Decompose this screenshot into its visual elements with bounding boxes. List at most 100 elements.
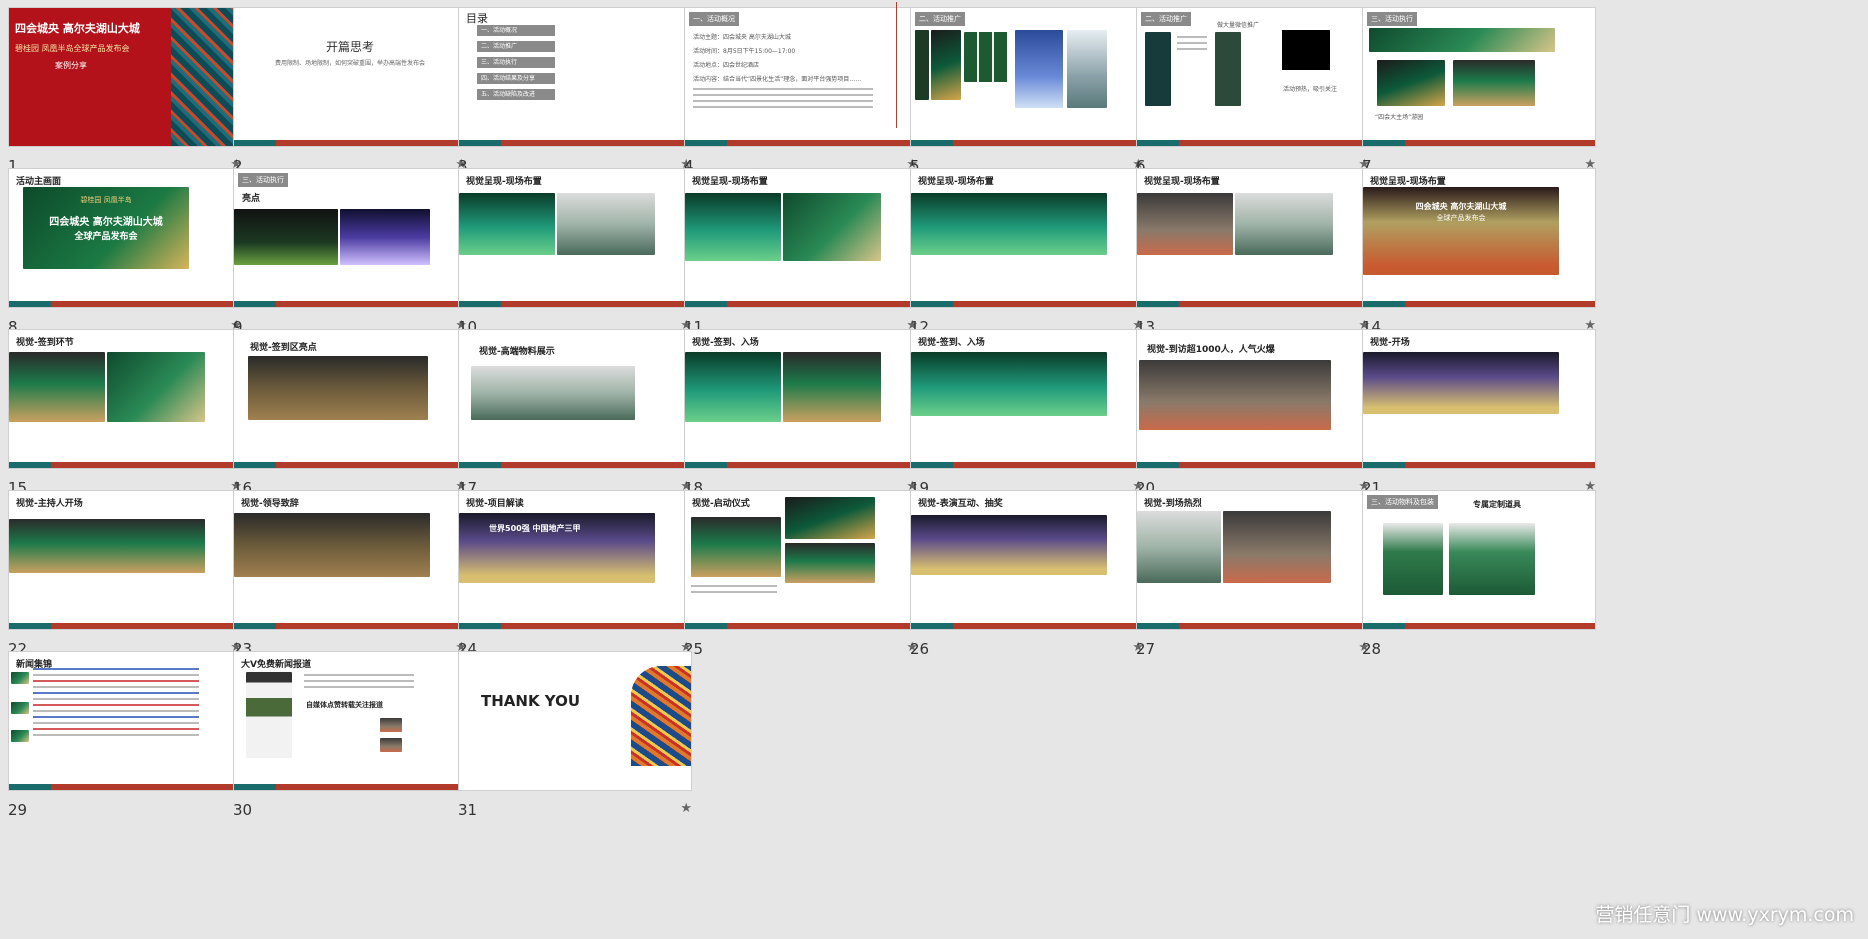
slide-text: 案例分享 — [55, 61, 87, 70]
slide-thumbnail-3[interactable]: 目录 一、活动概况 二、活动推广 三、活动执行 四、活动结果及分享 五、活动缺陷… — [458, 7, 692, 177]
slide-section-label: 二、活动推广 — [1141, 12, 1191, 26]
decorative-phoenix-image — [631, 666, 691, 766]
slide-thumbnail-19[interactable]: 视觉-签到、入场 19 ★ — [910, 329, 1144, 499]
poster-image — [1067, 30, 1107, 108]
slide-section-label: 三、活动执行 — [238, 173, 288, 187]
phone-screenshot — [246, 672, 292, 758]
slide-thumbnail-15[interactable]: 视觉-签到环节 15 ★ — [8, 329, 242, 499]
slide-title: 亮点 — [242, 194, 261, 204]
slide-thumbnail-14[interactable]: 视觉呈现-现场布置 四会城央 高尔夫湖山大城 全球产品发布会 14 ★ — [1362, 168, 1596, 338]
footer-band — [459, 301, 691, 307]
event-photo — [1139, 360, 1331, 430]
slide-thumbnail-4[interactable]: 一、活动概况 活动主题：四会城央 高尔夫湖山大城 活动时间：8月5日下午15:0… — [684, 7, 918, 177]
slide-thumbnail-2[interactable]: 开篇思考 费用限制、场地限制，如何突破重围，举办高端性发布会 2 ★ — [233, 7, 467, 177]
slide-thumbnail-22[interactable]: 视觉-主持人开场 22 ★ — [8, 490, 242, 660]
slide-title: 大V免费新闻报道 — [241, 660, 311, 670]
footer-band — [911, 623, 1143, 629]
slide-text: 活动地点：四会世纪酒店 — [693, 62, 760, 69]
slide-thumbnail-18[interactable]: 视觉-签到、入场 18 ★ — [684, 329, 918, 499]
slide-preview: 视觉-高端物料展示 — [458, 329, 692, 469]
slide-text: 碧桂园 凤凰半岛全球产品发布会 — [15, 44, 130, 53]
slide-number: 30 — [233, 801, 253, 819]
slide-thumbnail-30[interactable]: 大V免费新闻报道 自媒体点赞转载关注报道 30 — [233, 651, 467, 821]
transition-star-icon[interactable]: ★ — [680, 801, 692, 816]
event-photo — [471, 366, 635, 420]
slide-thumbnail-1[interactable]: 四会城央 高尔夫湖山大城 碧桂园 凤凰半岛全球产品发布会 案例分享 1 ★ — [8, 7, 242, 177]
poster-image — [915, 30, 929, 100]
footer-band — [1363, 462, 1595, 468]
toc-item: 二、活动推广 — [477, 41, 555, 52]
slide-thumbnail-25[interactable]: 视觉-启动仪式 25 ★ — [684, 490, 918, 660]
venue-photo — [1235, 193, 1333, 255]
event-photo — [107, 352, 205, 422]
slide-thumbnail-23[interactable]: 视觉-领导致辞 23 ★ — [233, 490, 467, 660]
slide-thumbnail-24[interactable]: 视觉-项目解读 世界500强 中国地产三甲 24 ★ — [458, 490, 692, 660]
news-text-lines — [33, 668, 199, 740]
slide-thumbnail-5[interactable]: 二、活动推广 5 ★ — [910, 7, 1144, 177]
slide-thumbnail-29[interactable]: 新闻集锦 29 — [8, 651, 242, 821]
slide-thumbnail-31[interactable]: THANK YOU 31 ★ — [458, 651, 692, 821]
event-photo — [1363, 352, 1559, 414]
footer-band — [1363, 623, 1595, 629]
slide-subtitle: 费用限制、场地限制，如何突破重围，举办高端性发布会 — [274, 60, 425, 67]
slide-title: 视觉-签到、入场 — [918, 338, 985, 348]
footer-band — [9, 301, 241, 307]
slide-title: 视觉-开场 — [1370, 338, 1410, 348]
slide-thumbnail-6[interactable]: 二、活动推广 做大量微信推广 活动预热，吸引关注 6 ★ — [1136, 7, 1370, 177]
slide-section-label: 一、活动概况 — [689, 12, 739, 26]
video-placeholder — [1282, 30, 1330, 70]
footer-band — [685, 301, 917, 307]
slide-title: 视觉-签到区亮点 — [250, 343, 317, 353]
phone-screenshot — [1145, 32, 1171, 106]
slide-thumbnail-17[interactable]: 视觉-高端物料展示 17 ★ — [458, 329, 692, 499]
slide-title: 视觉-签到、入场 — [692, 338, 759, 348]
slide-preview: 视觉呈现-现场布置 — [684, 168, 918, 308]
event-photo: 世界500强 中国地产三甲 — [459, 513, 655, 583]
slide-title: 目录 — [466, 12, 488, 25]
slide-preview: 视觉-主持人开场 — [8, 490, 242, 630]
slide-thumbnail-9[interactable]: 三、活动执行 亮点 9 ★ — [233, 168, 467, 338]
slide-thumbnail-7[interactable]: 三、活动执行 “四会大主场”游园 7 ★ — [1362, 7, 1596, 177]
slide-thumbnail-26[interactable]: 视觉-表演互动、抽奖 26 ★ — [910, 490, 1144, 660]
footer-band — [685, 462, 917, 468]
slide-preview: 视觉呈现-现场布置 — [910, 168, 1144, 308]
slide-thumbnail-13[interactable]: 视觉呈现-现场布置 13 ★ — [1136, 168, 1370, 338]
news-thumbnail — [11, 672, 29, 684]
slide-preview: 视觉-到访超1000人，人气火爆 — [1136, 329, 1370, 469]
slide-thumbnail-16[interactable]: 视觉-签到区亮点 16 ★ — [233, 329, 467, 499]
slide-preview: 视觉呈现-现场布置 — [458, 168, 692, 308]
poster-image — [1015, 30, 1063, 108]
slide-thumbnail-11[interactable]: 视觉呈现-现场布置 11 ★ — [684, 168, 918, 338]
poster-image — [931, 30, 961, 100]
event-photo — [234, 513, 430, 577]
venue-photo: 四会城央 高尔夫湖山大城 全球产品发布会 — [1363, 187, 1559, 275]
slide-thumbnail-27[interactable]: 视觉-到场热烈 27 ★ — [1136, 490, 1370, 660]
footer-band — [234, 784, 466, 790]
product-photo — [1449, 523, 1535, 595]
slide-thumbnail-28[interactable]: 三、活动物料及包装 专属定制道具 28 — [1362, 490, 1596, 660]
slide-thumbnail-20[interactable]: 视觉-到访超1000人，人气火爆 20 ★ — [1136, 329, 1370, 499]
slide-title: 视觉-到访超1000人，人气火爆 — [1147, 345, 1275, 355]
slide-title: 视觉-领导致辞 — [241, 499, 299, 509]
slide-text: 四会城央 高尔夫湖山大城 — [15, 22, 140, 35]
body-text-lines — [691, 585, 777, 597]
slide-preview: 目录 一、活动概况 二、活动推广 三、活动执行 四、活动结果及分享 五、活动缺陷… — [458, 7, 692, 147]
key-visual-image: 碧桂园 凤凰半岛 四会城央 高尔夫湖山大城 全球产品发布会 — [23, 187, 189, 269]
slide-preview: 三、活动执行 “四会大主场”游园 — [1362, 7, 1596, 147]
slide-preview: 一、活动概况 活动主题：四会城央 高尔夫湖山大城 活动时间：8月5日下午15:0… — [684, 7, 918, 147]
venue-photo — [911, 193, 1107, 255]
slide-title: 视觉-项目解读 — [466, 499, 524, 509]
slide-thumbnail-12[interactable]: 视觉呈现-现场布置 12 ★ — [910, 168, 1144, 338]
footer-band — [459, 140, 691, 146]
footer-band — [234, 462, 466, 468]
event-photo — [9, 352, 105, 422]
slide-thumbnail-21[interactable]: 视觉-开场 21 ★ — [1362, 329, 1596, 499]
slide-text: 世界500强 中国地产三甲 — [489, 524, 581, 533]
slide-thumbnail-8[interactable]: 活动主画面 碧桂园 凤凰半岛 四会城央 高尔夫湖山大城 全球产品发布会 8 ★ — [8, 168, 242, 338]
slide-title: 活动主画面 — [16, 177, 62, 187]
body-text-lines — [304, 674, 414, 692]
slide-thumbnail-10[interactable]: 视觉呈现-现场布置 10 ★ — [458, 168, 692, 338]
slide-preview: 三、活动执行 亮点 — [233, 168, 467, 308]
event-photo — [685, 352, 781, 422]
slide-number: 31 — [458, 801, 478, 819]
